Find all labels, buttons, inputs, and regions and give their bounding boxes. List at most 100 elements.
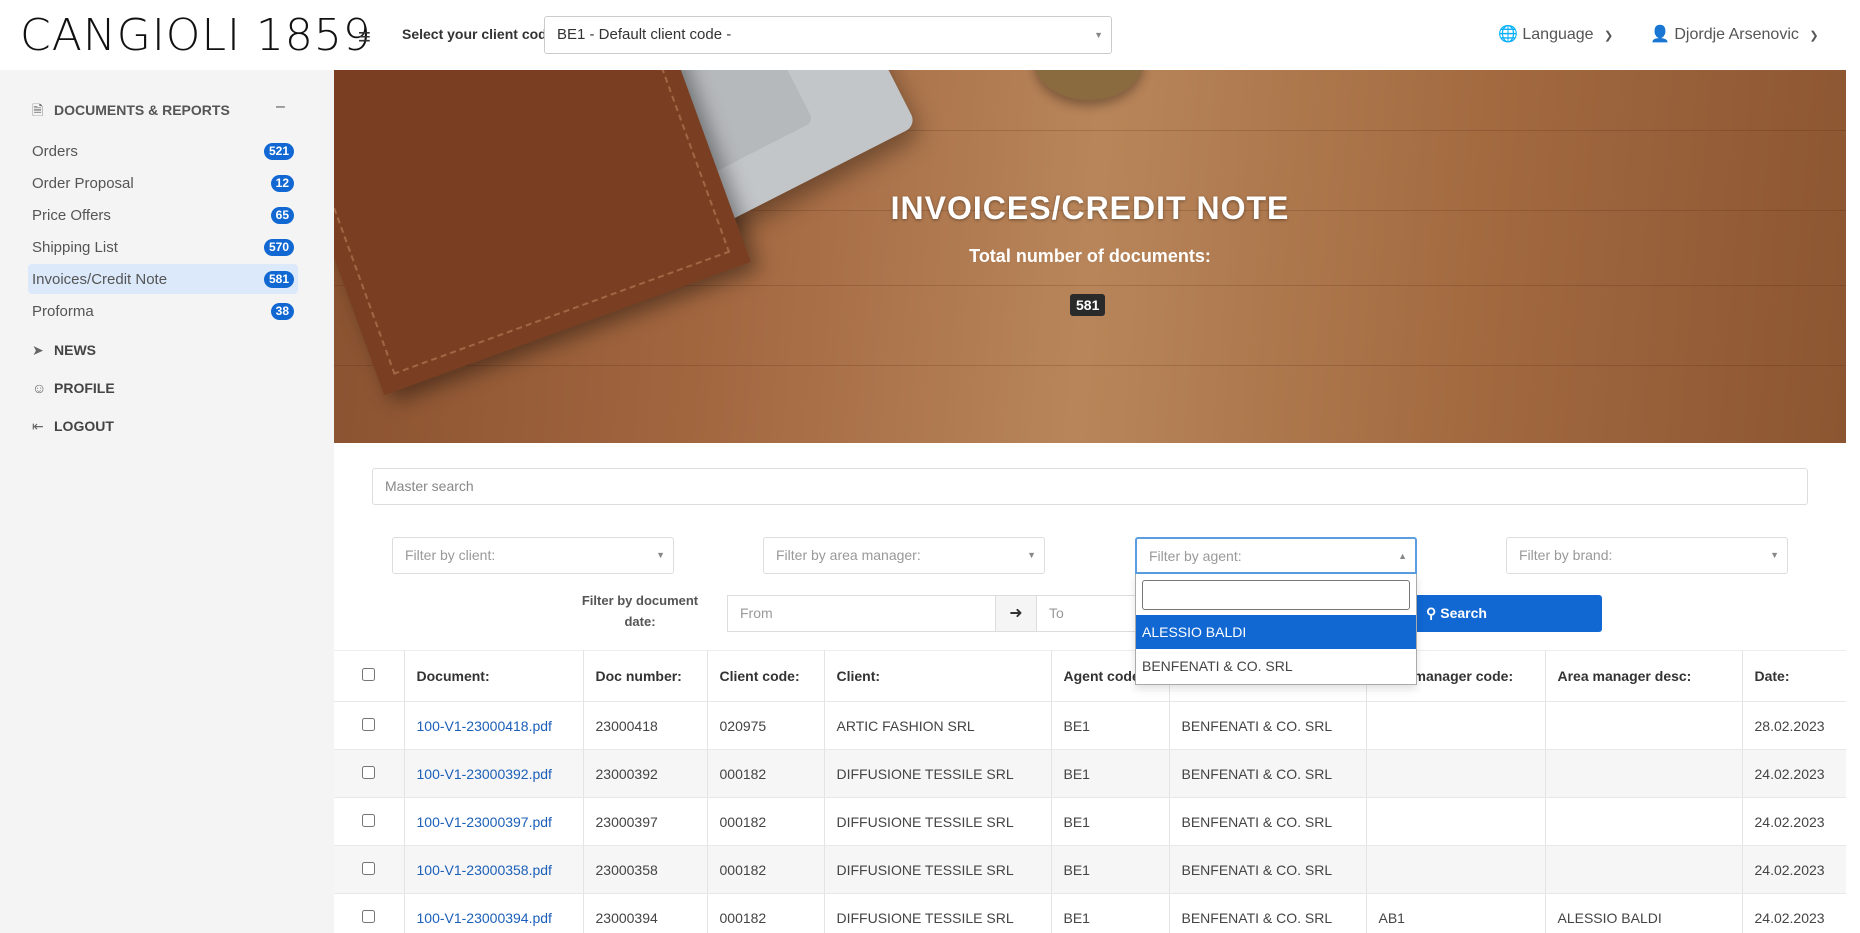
- row-checkbox[interactable]: [362, 909, 376, 923]
- filter-client-select[interactable]: Filter by client: ▼: [392, 537, 674, 574]
- table-cell: 23000358: [583, 845, 708, 894]
- agent-option[interactable]: ALESSIO BALDI: [1136, 615, 1416, 649]
- search-button[interactable]: ⚲ Search: [1412, 595, 1602, 632]
- chevron-down-icon: ▼: [1770, 550, 1779, 560]
- table-cell: [1545, 701, 1743, 750]
- search-button-label: Search: [1440, 605, 1487, 621]
- row-checkbox[interactable]: [362, 717, 376, 731]
- top-bar: CANGIOLI 1859 ≡ Select your client code …: [0, 0, 1860, 70]
- table-cell: BENFENATI & CO. SRL: [1169, 749, 1367, 798]
- row-checkbox[interactable]: [362, 765, 376, 779]
- filter-agent-select[interactable]: Filter by agent: ▲: [1135, 537, 1417, 574]
- column-header[interactable]: Doc number:: [583, 650, 708, 702]
- sidebar-link-profile[interactable]: ☺ PROFILE: [32, 380, 115, 396]
- arrow-right-icon: ➜: [995, 595, 1037, 632]
- row-select-cell: [334, 797, 405, 846]
- news-label: NEWS: [54, 342, 96, 358]
- column-header[interactable]: Client code:: [707, 650, 825, 702]
- user-icon: ☺: [32, 380, 47, 396]
- chevron-down-icon: ❯: [1809, 30, 1819, 42]
- logout-icon: ⇤: [32, 418, 44, 434]
- table-cell: BE1: [1051, 845, 1170, 894]
- count-badge: 521: [263, 143, 294, 160]
- table-cell: BE1: [1051, 797, 1170, 846]
- sidebar-item-invoices-credit-note[interactable]: Invoices/Credit Note 581: [28, 264, 298, 294]
- table-cell: 24.02.2023: [1742, 749, 1846, 798]
- column-header[interactable]: Date:: [1742, 650, 1846, 702]
- count-badge: 65: [270, 207, 294, 224]
- count-badge: 581: [263, 271, 294, 288]
- master-search-input[interactable]: Master search: [372, 468, 1808, 505]
- table-cell: BE1: [1051, 749, 1170, 798]
- table-cell: AB1: [1366, 893, 1546, 933]
- column-header[interactable]: Client:: [824, 650, 1052, 702]
- row-select-cell: [334, 845, 405, 894]
- documents-section-header[interactable]: 🗎 DOCUMENTS & REPORTS: [32, 100, 230, 124]
- table-row: 100-V1-23000418.pdf 23000418 020975 ARTI…: [334, 701, 1846, 750]
- row-select-cell: [334, 749, 405, 798]
- hero-banner: INVOICES/CREDIT NOTE Total number of doc…: [334, 70, 1846, 443]
- date-to-input[interactable]: To: [1037, 595, 1137, 632]
- column-header[interactable]: Document:: [404, 650, 584, 702]
- sidebar-item-label: Orders: [32, 143, 78, 160]
- row-checkbox[interactable]: [362, 861, 376, 875]
- document-link[interactable]: 100-V1-23000394.pdf: [417, 910, 552, 926]
- sidebar-link-logout[interactable]: ⇤ LOGOUT: [32, 418, 114, 435]
- language-label: Language: [1522, 26, 1594, 43]
- document-link[interactable]: 100-V1-23000418.pdf: [417, 718, 552, 734]
- sidebar-item-price-offers[interactable]: Price Offers 65: [28, 200, 298, 230]
- documents-section-title: DOCUMENTS & REPORTS: [54, 102, 230, 118]
- document-link[interactable]: 100-V1-23000358.pdf: [417, 862, 552, 878]
- select-all-checkbox[interactable]: [362, 668, 376, 681]
- client-code-value: BE1 - Default client code -: [557, 26, 732, 43]
- agent-dropdown-panel: ALESSIO BALDI BENFENATI & CO. SRL: [1135, 574, 1417, 685]
- user-name: Djordje Arsenovic: [1674, 26, 1799, 43]
- filter-area-manager-select[interactable]: Filter by area manager: ▼: [763, 537, 1045, 574]
- sidebar-item-orders[interactable]: Orders 521: [28, 136, 298, 166]
- logout-label: LOGOUT: [54, 418, 114, 434]
- document-count-badge: 581: [1070, 294, 1106, 316]
- brand-logo[interactable]: CANGIOLI 1859: [20, 10, 372, 61]
- row-select-cell: [334, 701, 405, 750]
- table-row: 100-V1-23000392.pdf 23000392 000182 DIFF…: [334, 749, 1846, 798]
- page-title: INVOICES/CREDIT NOTE: [890, 190, 1290, 226]
- sidebar-item-label: Price Offers: [32, 207, 111, 224]
- user-menu[interactable]: 👤 Djordje Arsenovic ❯: [1650, 24, 1819, 44]
- document-link[interactable]: 100-V1-23000397.pdf: [417, 814, 552, 830]
- table-row: 100-V1-23000358.pdf 23000358 000182 DIFF…: [334, 845, 1846, 894]
- chevron-down-icon: ▼: [1027, 550, 1036, 560]
- count-badge: 38: [270, 303, 294, 320]
- date-filter-label: Filter by document date:: [581, 593, 699, 629]
- menu-toggle-icon[interactable]: ≡: [358, 24, 371, 50]
- chevron-down-icon: ❯: [1604, 30, 1614, 42]
- table-row: 100-V1-23000394.pdf 23000394 000182 DIFF…: [334, 893, 1846, 933]
- language-dropdown[interactable]: 🌐 Language ❯: [1498, 24, 1613, 44]
- document-link[interactable]: 100-V1-23000392.pdf: [417, 766, 552, 782]
- table-cell: [1366, 749, 1546, 798]
- document-cell: 100-V1-23000397.pdf: [404, 797, 584, 846]
- chevron-down-icon: ▼: [656, 550, 665, 560]
- collapse-section-icon[interactable]: –: [276, 98, 285, 116]
- user-icon: 👤: [1650, 26, 1670, 43]
- documents-table-container: Document: Doc number: Client code: Clien…: [334, 650, 1846, 933]
- sidebar-link-news[interactable]: ➤ NEWS: [32, 342, 96, 359]
- table-cell: DIFFUSIONE TESSILE SRL: [824, 749, 1052, 798]
- chevron-down-icon: ▼: [1094, 30, 1103, 40]
- client-code-select[interactable]: BE1 - Default client code - ▼: [544, 16, 1112, 54]
- app-root: CANGIOLI 1859 ≡ Select your client code …: [0, 0, 1860, 933]
- sidebar-item-shipping-list[interactable]: Shipping List 570: [28, 232, 298, 262]
- sidebar-item-order-proposal[interactable]: Order Proposal 12: [28, 168, 298, 198]
- row-checkbox[interactable]: [362, 813, 376, 827]
- filter-brand-select[interactable]: Filter by brand: ▼: [1506, 537, 1788, 574]
- date-from-input[interactable]: From: [727, 595, 995, 632]
- sidebar-item-proforma[interactable]: Proforma 38: [28, 296, 298, 326]
- table-cell: 000182: [707, 893, 825, 933]
- page-subtitle: Total number of documents:: [969, 246, 1211, 266]
- agent-dropdown-search-input[interactable]: [1142, 580, 1410, 610]
- table-cell: DIFFUSIONE TESSILE SRL: [824, 797, 1052, 846]
- document-cell: 100-V1-23000394.pdf: [404, 893, 584, 933]
- agent-option[interactable]: BENFENATI & CO. SRL: [1136, 649, 1416, 683]
- column-header[interactable]: Area manager desc:: [1545, 650, 1743, 702]
- sidebar-item-label: Order Proposal: [32, 175, 134, 192]
- table-cell: 23000397: [583, 797, 708, 846]
